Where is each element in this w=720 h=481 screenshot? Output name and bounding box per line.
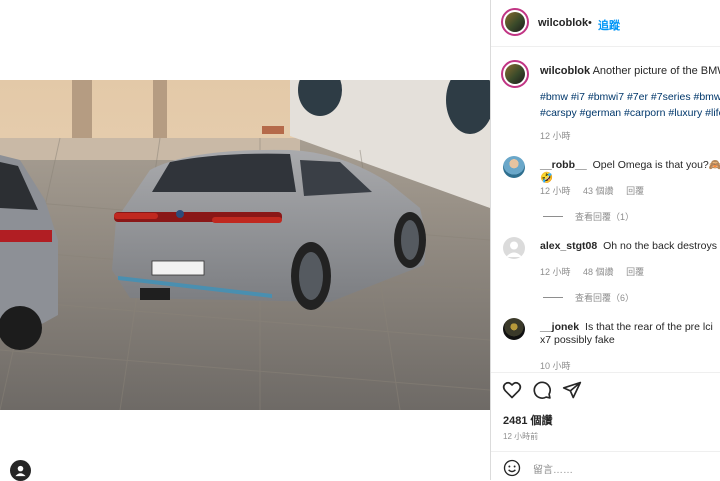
- caption-hashtags[interactable]: #bmw #i7 #bmwi7 #7er #7series #bmw #cars…: [540, 89, 720, 121]
- reply-button[interactable]: 回覆: [626, 186, 644, 196]
- view-replies-button[interactable]: 查看回覆（6）: [543, 291, 634, 304]
- post-side-panel: wilcoblok • 追蹤 wilcoblok Another picture…: [490, 0, 720, 480]
- comment-input[interactable]: 留言……: [533, 461, 573, 476]
- caption-username[interactable]: wilcoblok: [540, 65, 590, 77]
- post-time: 12 小時前: [503, 432, 539, 441]
- comment-icon[interactable]: [532, 380, 552, 400]
- comment-likes[interactable]: 43 個讚: [583, 186, 614, 196]
- comment-avatar[interactable]: [503, 156, 525, 178]
- caption: wilcoblok Another picture of the BMW: [540, 65, 720, 77]
- caption-time: 12 小時: [540, 131, 571, 141]
- comment-time: 12 小時: [540, 186, 571, 196]
- post-actions: 2481 個讚 12 小時前 留言……: [491, 372, 720, 480]
- comment-text: __robb__ Opel Omega is that you?🙈🤣: [540, 159, 720, 184]
- add-comment-bar: 留言……: [491, 451, 720, 480]
- comment-username[interactable]: __jonek: [540, 321, 579, 333]
- comment-text: alex_stgt08 Oh no the back destroys ev: [540, 240, 720, 252]
- share-icon[interactable]: [562, 380, 582, 400]
- emoji-icon[interactable]: [503, 459, 521, 477]
- comment-meta: 12 小時 43 個讚 回覆: [540, 184, 654, 197]
- reply-button[interactable]: 回覆: [626, 267, 644, 277]
- comment-avatar[interactable]: [503, 318, 525, 340]
- comment-username[interactable]: __robb__: [540, 159, 587, 171]
- author-username[interactable]: wilcoblok: [538, 17, 588, 29]
- user-icon[interactable]: [10, 460, 31, 481]
- post-photo[interactable]: [0, 80, 490, 410]
- post-header: wilcoblok • 追蹤: [491, 0, 720, 47]
- comment-time: 10 小時: [540, 361, 571, 371]
- follow-button[interactable]: 追蹤: [598, 17, 620, 33]
- comment-username[interactable]: alex_stgt08: [540, 240, 597, 252]
- comment-likes[interactable]: 48 個讚: [583, 267, 614, 277]
- comment-meta: 12 小時 48 個讚 回覆: [540, 265, 654, 278]
- separator-dot: •: [588, 17, 592, 29]
- comment-time: 12 小時: [540, 267, 571, 277]
- comment-avatar[interactable]: [503, 237, 525, 259]
- comment-text: __jonek Is that the rear of the pre lci …: [540, 321, 713, 346]
- view-replies-button[interactable]: 查看回覆（1）: [543, 210, 634, 223]
- caption-avatar[interactable]: [501, 60, 529, 88]
- heart-icon[interactable]: [502, 380, 522, 400]
- likes-count[interactable]: 2481 個讚: [503, 412, 553, 428]
- caption-text: Another picture of the BMW: [592, 65, 720, 77]
- author-avatar[interactable]: [501, 8, 529, 36]
- post-media-panel: [0, 0, 490, 481]
